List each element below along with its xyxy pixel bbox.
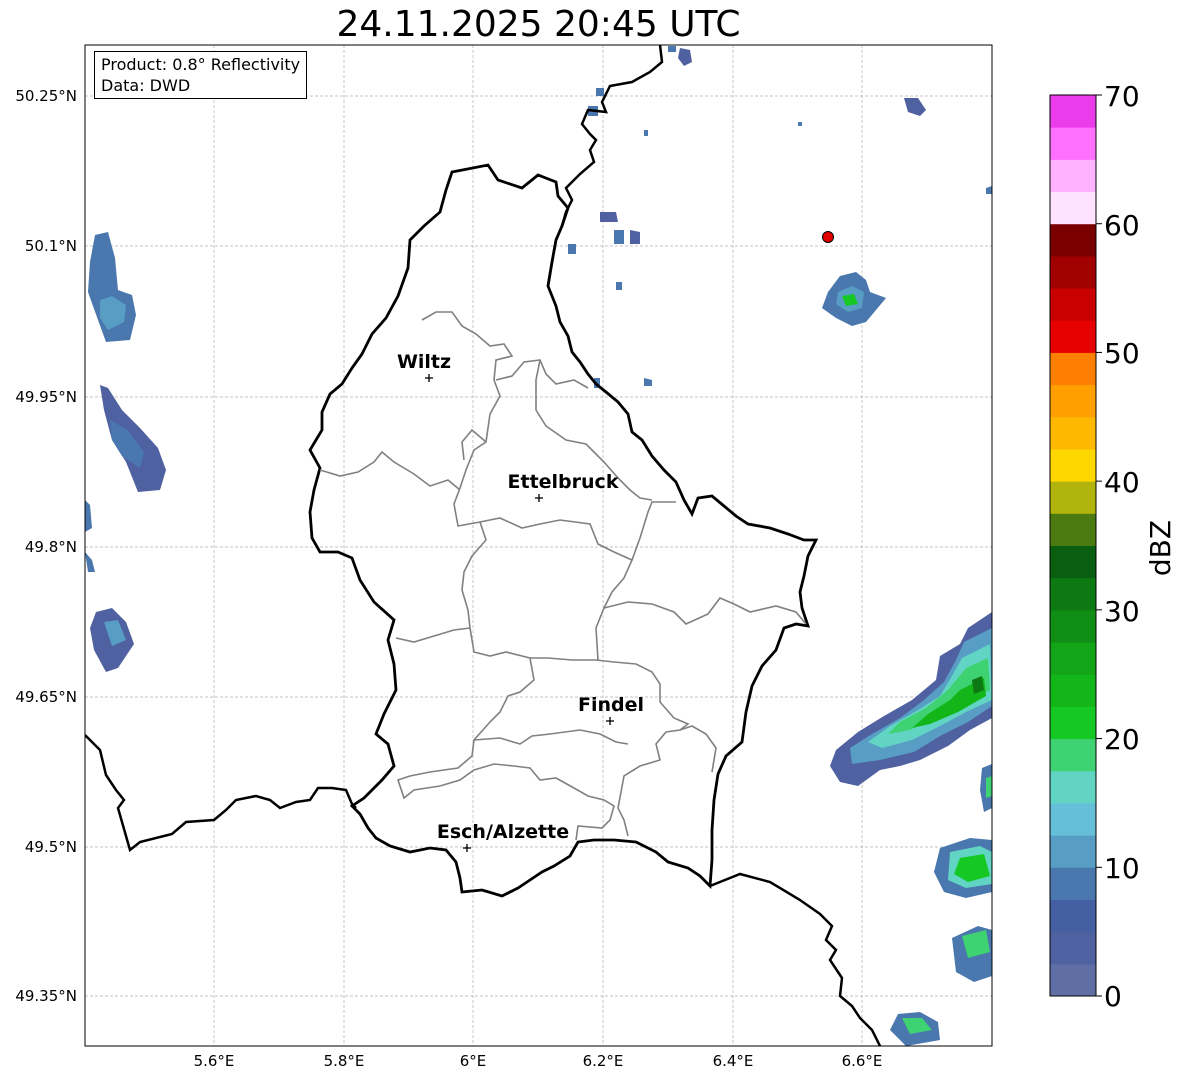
lon-tick-label: 6.2°E [583,1052,624,1070]
lat-tick-label: 50.25°N [15,87,77,105]
colorbar-ticks: 0 10 20 30 40 50 60 70 [1104,80,1140,1013]
data-source-label: Data: DWD [101,76,191,95]
colorbar-segment [1050,223,1096,257]
city-label-esch-alzette: Esch/Alzette [437,821,569,843]
info-box: Product: 0.8° Reflectivity Data: DWD [94,51,308,99]
colorbar-segment [1050,191,1096,225]
colorbar-segment [1050,642,1096,675]
colorbar-segment [1050,448,1096,482]
colorbar-segment [1050,481,1096,514]
colorbar-tick-label: 70 [1104,80,1140,113]
lat-tick-label: 49.65°N [15,688,77,706]
product-label: Product: 0.8° Reflectivity [101,55,301,74]
colorbar-tick-label: 50 [1104,337,1140,370]
colorbar-segment [1050,674,1096,707]
lat-tick-label: 49.35°N [15,987,77,1005]
city-label-wiltz: Wiltz [397,351,451,373]
colorbar-segment [1050,127,1096,160]
colorbar-segment [1050,609,1096,643]
colorbar-segment [1050,867,1096,900]
colorbar-tick-label: 40 [1104,466,1140,499]
lon-tick-label: 6.4°E [713,1052,754,1070]
lon-tick-label: 5.6°E [194,1052,235,1070]
lon-tick-label: 6.6°E [842,1052,883,1070]
colorbar-segment [1050,899,1096,933]
colorbar-segment [1050,288,1096,321]
lat-tick-label: 49.8°N [25,538,77,556]
colorbar-segment [1050,545,1096,579]
colorbar-tick-label: 20 [1104,723,1140,756]
latitude-axis: 50.25°N 50.1°N 49.95°N 49.8°N 49.65°N 49… [15,87,77,1005]
colorbar-segment [1050,770,1096,804]
colorbar [1049,94,1102,997]
colorbar-title: dBZ [1144,520,1177,576]
radar-map: Wiltz Ettelbruck Findel Esch/Alzette 50.… [15,44,1177,1070]
lat-tick-label: 49.5°N [25,838,77,856]
colorbar-segment [1050,835,1096,868]
city-label-ettelbruck: Ettelbruck [508,471,619,493]
colorbar-segment [1050,738,1096,772]
lon-tick-label: 6°E [460,1052,487,1070]
lat-tick-label: 50.1°N [25,237,77,255]
colorbar-segment [1050,931,1096,965]
colorbar-segment [1050,706,1096,740]
colorbar-tick-label: 60 [1104,209,1140,242]
colorbar-segment [1050,255,1096,289]
colorbar-segment [1050,577,1096,611]
colorbar-tick-label: 0 [1104,980,1122,1013]
colorbar-segment [1050,802,1096,836]
colorbar-tick-label: 10 [1104,852,1140,885]
radar-site-marker [822,231,834,243]
lat-tick-label: 49.95°N [15,388,77,406]
colorbar-segment [1050,320,1096,353]
longitude-axis: 5.6°E 5.8°E 6°E 6.2°E 6.4°E 6.6°E [194,1052,883,1070]
colorbar-segment [1050,963,1096,997]
colorbar-segment [1050,352,1096,386]
colorbar-segment [1050,159,1096,193]
colorbar-segment [1050,416,1096,450]
city-label-findel: Findel [578,694,644,716]
colorbar-segment [1050,513,1096,546]
colorbar-segment [1050,95,1096,128]
lon-tick-label: 5.8°E [324,1052,365,1070]
map-background [85,45,992,1046]
colorbar-segment [1050,384,1096,418]
colorbar-tick-label: 30 [1104,595,1140,628]
